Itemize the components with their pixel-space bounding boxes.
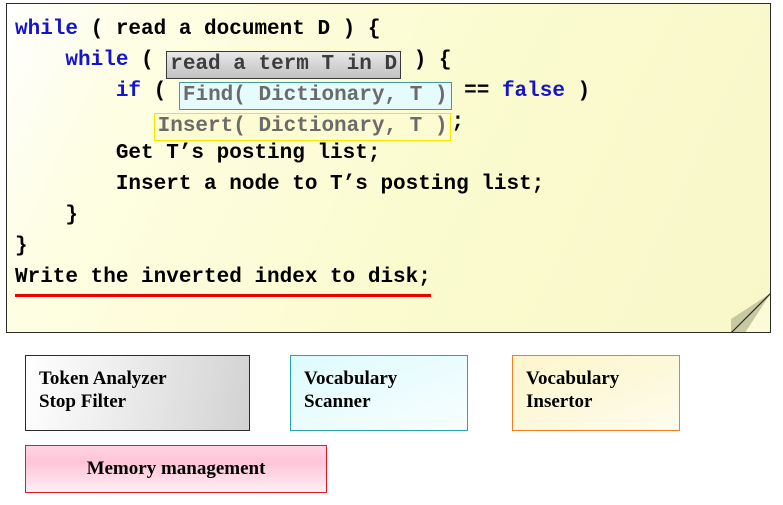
code-line-3: if ( Find( Dictionary, T ) == false ) <box>15 76 770 110</box>
code-text: Get T’s posting list; <box>15 142 381 165</box>
code-text: ) { <box>401 49 452 72</box>
code-text: Insert a node to T’s posting list; <box>15 173 545 196</box>
token-analyzer-line-1: Token Analyzer <box>39 368 167 389</box>
code-keyword: while <box>65 49 129 72</box>
highlight-insert-dictionary: Insert( Dictionary, T ) <box>153 113 452 141</box>
code-text: ( <box>141 80 179 103</box>
page-fold-corner <box>731 293 770 332</box>
component-box-token-analyzer[interactable]: Token Analyzer Stop Filter <box>25 355 250 431</box>
memory-management-label: Memory management <box>86 458 266 479</box>
code-text: } <box>15 204 79 227</box>
highlight-find-dictionary: Find( Dictionary, T ) <box>178 82 452 110</box>
component-box-vocabulary-scanner[interactable]: Vocabulary Scanner <box>290 355 468 431</box>
pseudocode-panel: while ( read a document D ) { while ( re… <box>6 3 771 333</box>
code-line-1: while ( read a document D ) { <box>15 14 770 45</box>
code-line-6: Insert a node to T’s posting list; <box>15 169 770 200</box>
code-keyword: false <box>501 80 565 103</box>
vocabulary-insertor-line-1: Vocabulary <box>526 368 620 389</box>
code-keyword: if <box>115 80 142 103</box>
code-text: == <box>451 80 502 103</box>
code-text: } <box>15 235 28 258</box>
token-analyzer-line-2: Stop Filter <box>39 391 127 412</box>
code-keyword: while <box>15 18 79 41</box>
code-line-4: Insert( Dictionary, T ); <box>15 107 770 141</box>
vocabulary-scanner-line-1: Vocabulary <box>304 368 398 389</box>
code-line-7: } <box>15 200 770 231</box>
underlined-write-index: Write the inverted index to disk; <box>15 262 431 297</box>
highlight-read-term: read a term T in D <box>166 51 402 79</box>
code-line-5: Get T’s posting list; <box>15 138 770 169</box>
code-text: ( <box>128 49 167 72</box>
code-line-2: while ( read a term T in D ) { <box>15 45 770 79</box>
code-text: ( read a document D ) { <box>78 18 381 41</box>
pseudocode-lines: while ( read a document D ) { while ( re… <box>7 4 770 297</box>
code-text: ; <box>451 111 465 134</box>
code-line-9: Write the inverted index to disk; <box>15 262 770 297</box>
code-text: ) <box>564 80 591 103</box>
vocabulary-insertor-line-2: Insertor <box>526 391 593 412</box>
code-line-8: } <box>15 231 770 262</box>
vocabulary-scanner-line-2: Scanner <box>304 391 371 412</box>
component-box-memory-management[interactable]: Memory management <box>25 445 327 493</box>
component-box-vocabulary-insertor[interactable]: Vocabulary Insertor <box>512 355 680 431</box>
